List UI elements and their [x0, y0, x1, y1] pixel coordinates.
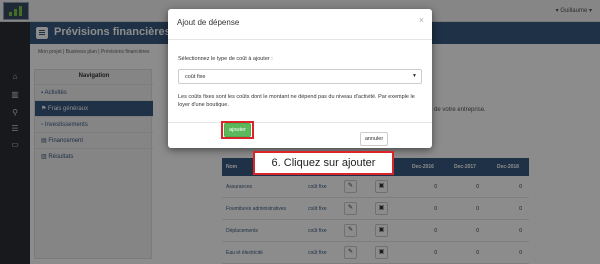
add-button[interactable]: ajouter: [224, 123, 251, 137]
chevron-down-icon: ▼: [412, 73, 417, 79]
cost-type-select[interactable]: coût fixe ▼: [178, 69, 422, 84]
cancel-button[interactable]: annuler: [360, 132, 388, 146]
add-expense-modal: Ajout de dépense × Sélectionnez le type …: [168, 9, 432, 148]
instruction-callout: 6. Cliquez sur ajouter: [253, 151, 394, 175]
cost-type-label: Sélectionnez le type de coût à ajouter :: [178, 56, 273, 62]
close-icon[interactable]: ×: [419, 15, 424, 25]
cost-type-value: coût fixe: [185, 74, 206, 80]
modal-divider: [168, 39, 432, 40]
cost-type-description: Les coûts fixes sont les coûts dont le m…: [178, 94, 415, 108]
modal-title: Ajout de dépense: [177, 18, 240, 27]
modal-footer-divider: [168, 122, 432, 123]
